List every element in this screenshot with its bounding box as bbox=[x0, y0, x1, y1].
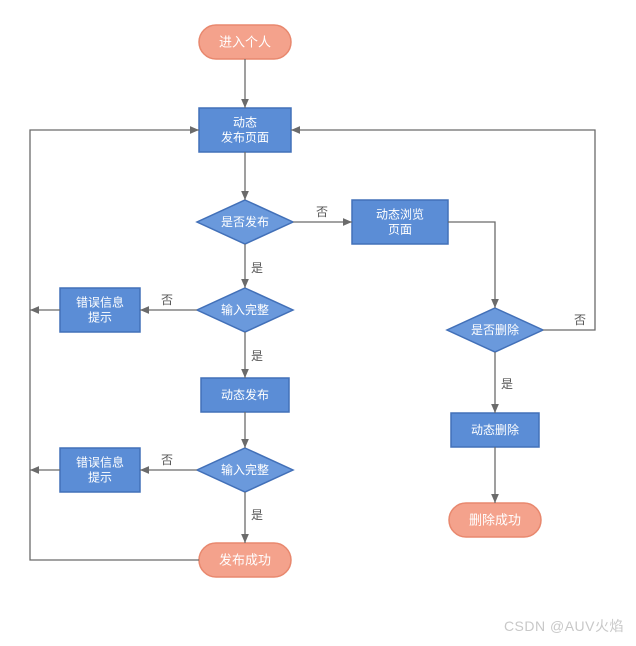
node-decide-publish: 是否发布 bbox=[197, 200, 293, 244]
svg-text:提示: 提示 bbox=[88, 310, 112, 325]
svg-text:动态发布: 动态发布 bbox=[221, 387, 269, 402]
node-decide-delete: 是否删除 bbox=[447, 308, 543, 352]
label-decide-publish-no: 否 bbox=[316, 205, 328, 219]
svg-text:动态: 动态 bbox=[233, 116, 257, 130]
label-delete-yes: 是 bbox=[501, 377, 513, 391]
svg-text:错误信息: 错误信息 bbox=[76, 455, 124, 470]
node-browse-page: 动态浏览页面 bbox=[352, 200, 448, 244]
label-complete1-yes: 是 bbox=[251, 349, 263, 363]
svg-text:页面: 页面 bbox=[388, 223, 412, 237]
node-publish-page: 动态发布页面 bbox=[199, 108, 291, 152]
svg-text:发布页面: 发布页面 bbox=[221, 130, 269, 145]
svg-text:动态删除: 动态删除 bbox=[471, 422, 519, 437]
node-action-publish: 动态发布 bbox=[201, 378, 289, 412]
label-complete2-no: 否 bbox=[161, 453, 173, 467]
svg-text:错误信息: 错误信息 bbox=[76, 295, 124, 310]
node-start: 进入个人 bbox=[199, 25, 291, 59]
svg-text:输入完整: 输入完整 bbox=[221, 462, 269, 477]
label-delete-no: 否 bbox=[574, 313, 586, 327]
label-complete1-no: 否 bbox=[161, 293, 173, 307]
svg-text:进入个人: 进入个人 bbox=[219, 35, 271, 50]
edge-endpub-loop bbox=[30, 130, 199, 560]
node-decide-complete-2: 输入完整 bbox=[197, 448, 293, 492]
svg-text:是否删除: 是否删除 bbox=[471, 322, 519, 337]
label-complete2-yes: 是 bbox=[251, 508, 263, 522]
watermark-text: CSDN @AUV火焰 bbox=[504, 616, 624, 636]
node-action-delete: 动态删除 bbox=[451, 413, 539, 447]
svg-text:发布成功: 发布成功 bbox=[219, 553, 271, 568]
svg-text:提示: 提示 bbox=[88, 470, 112, 485]
svg-text:输入完整: 输入完整 bbox=[221, 302, 269, 317]
node-end-publish: 发布成功 bbox=[199, 543, 291, 577]
svg-text:动态浏览: 动态浏览 bbox=[376, 207, 424, 222]
label-decide-publish-yes: 是 bbox=[251, 261, 263, 275]
node-decide-complete-1: 输入完整 bbox=[197, 288, 293, 332]
node-end-delete: 删除成功 bbox=[449, 503, 541, 537]
node-error-2: 错误信息提示 bbox=[60, 448, 140, 492]
svg-text:是否发布: 是否发布 bbox=[221, 214, 269, 229]
flowchart-canvas: 进入个人动态发布页面是否发布动态浏览页面输入完整错误信息提示动态发布输入完整错误… bbox=[0, 0, 636, 640]
svg-text:删除成功: 删除成功 bbox=[469, 513, 521, 528]
node-error-1: 错误信息提示 bbox=[60, 288, 140, 332]
edge-browse-to-delete bbox=[448, 222, 495, 308]
